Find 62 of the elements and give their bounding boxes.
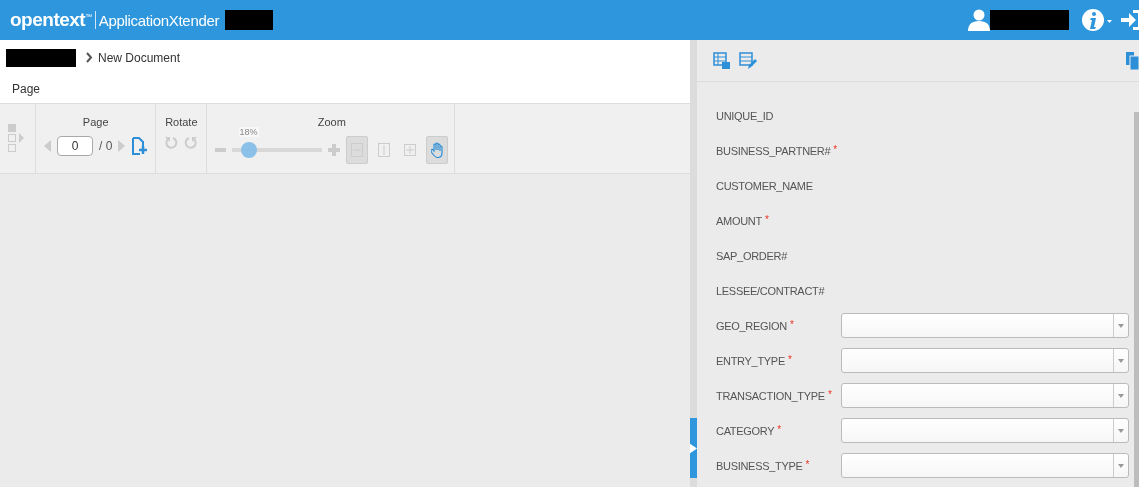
field-label: TRANSACTION_TYPE — [716, 389, 825, 402]
field-label: AMOUNT — [716, 214, 762, 227]
thumbnails-icon[interactable] — [7, 122, 25, 155]
group-title: Zoom — [317, 116, 346, 128]
rotate-left-icon[interactable] — [164, 136, 179, 150]
rotate-right-icon[interactable] — [184, 136, 199, 150]
fit-button[interactable] — [346, 136, 369, 164]
dropdown-field[interactable] — [841, 383, 1129, 408]
required-mark: * — [827, 389, 832, 400]
field-label: GEO_REGION — [716, 319, 787, 332]
next-page-icon[interactable] — [118, 140, 126, 152]
dropdown-field[interactable] — [841, 418, 1129, 443]
slider-thumb[interactable] — [240, 142, 257, 158]
field-label: BUSINESS_TYPE — [716, 459, 803, 472]
caret-icon — [1118, 323, 1124, 328]
collapse-panel-button[interactable] — [690, 418, 697, 478]
chevron-icon — [86, 52, 93, 63]
page-total: / 0 — [99, 139, 113, 153]
redacted-block — [225, 10, 274, 30]
field-label: SAP_ORDER# — [716, 249, 787, 262]
sign-out-icon[interactable] — [1121, 8, 1139, 32]
brand-logo: opentext$^{™}$ — [10, 9, 92, 31]
required-mark: * — [833, 144, 837, 155]
product-name: ApplicationXtender — [98, 11, 220, 29]
copy-icon[interactable] — [1126, 51, 1139, 70]
pan-tool-button[interactable] — [426, 136, 449, 164]
hand-icon — [430, 142, 444, 158]
field-label: BUSINESS_PARTNER# — [716, 144, 831, 157]
group-title: Page — [82, 116, 109, 128]
required-mark: * — [789, 319, 794, 330]
fit-page-icon — [404, 144, 417, 156]
dropdown-field[interactable] — [841, 348, 1129, 373]
field-label: LESSEE/CONTRACT# — [716, 284, 825, 297]
table-icon[interactable] — [713, 51, 731, 70]
zoom-in-icon[interactable] — [328, 144, 341, 156]
field-label: ENTRY_TYPE — [716, 354, 785, 367]
caret-icon — [1118, 358, 1124, 363]
redacted-block — [6, 48, 76, 67]
breadcrumb-item: New Document — [98, 50, 181, 65]
dropdown-field[interactable] — [841, 313, 1129, 338]
field-label: CUSTOMER_NAME — [716, 179, 813, 192]
previous-page-icon[interactable] — [44, 140, 51, 152]
dropdown-field[interactable] — [841, 453, 1129, 478]
caret-icon — [1118, 428, 1124, 433]
caret-icon — [1118, 393, 1124, 398]
info-icon[interactable] — [1081, 8, 1113, 32]
group-title: Rotate — [165, 116, 198, 128]
zoom-reading: 18% — [238, 127, 259, 137]
caret-icon — [1118, 463, 1124, 468]
edit-form-icon[interactable] — [739, 51, 757, 70]
field-label: UNIQUE_ID — [716, 109, 774, 122]
required-mark: * — [764, 214, 769, 225]
add-page-icon[interactable] — [131, 137, 148, 155]
user-icon[interactable] — [968, 9, 990, 31]
required-mark: * — [777, 424, 781, 435]
field-label: CATEGORY — [716, 424, 775, 437]
required-mark: * — [805, 459, 810, 470]
scrollbar[interactable] — [1134, 112, 1139, 487]
required-mark: * — [787, 354, 792, 365]
zoom-out-icon[interactable] — [215, 148, 227, 152]
page-number-field[interactable]: 0 — [57, 136, 93, 156]
fit-height-icon — [378, 143, 391, 157]
